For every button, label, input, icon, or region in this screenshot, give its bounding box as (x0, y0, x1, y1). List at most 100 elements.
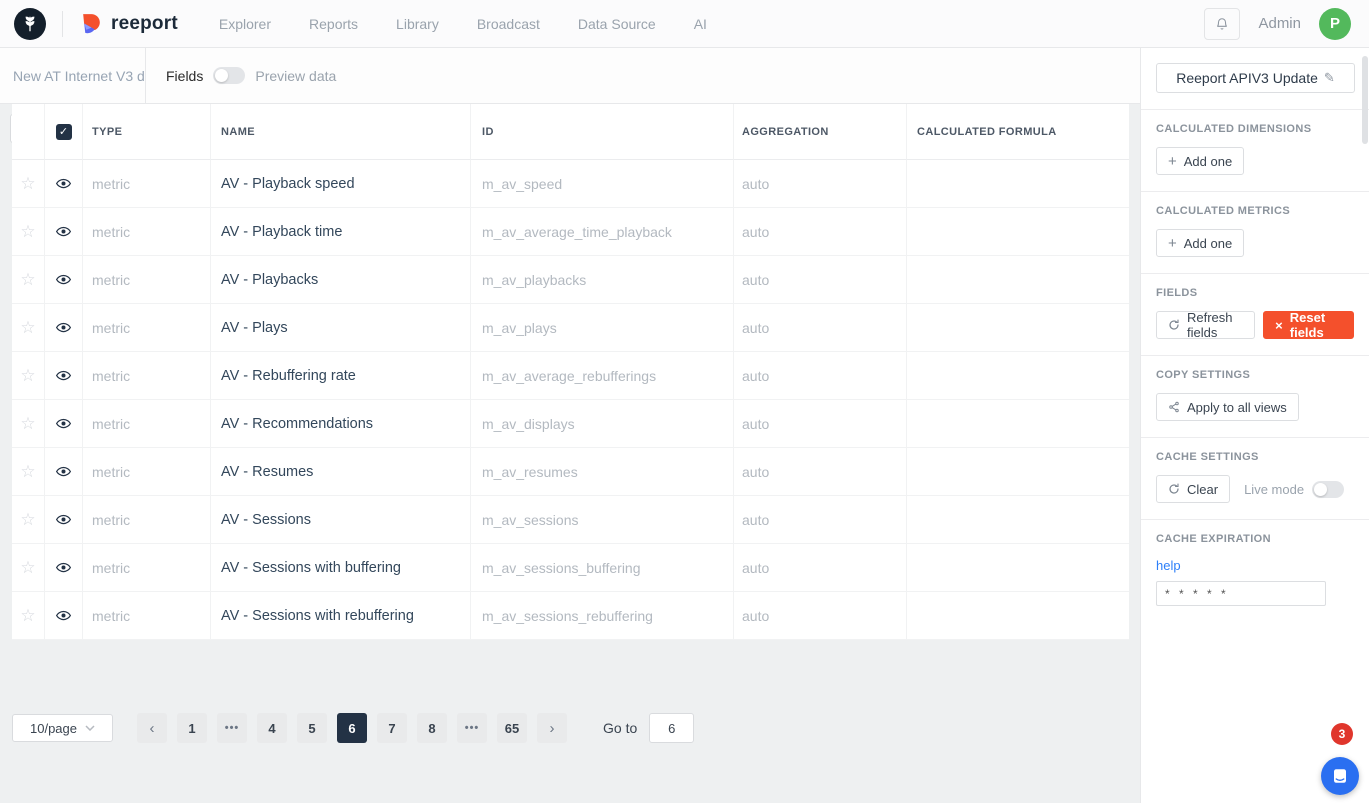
cell-aggregation[interactable]: auto (742, 176, 769, 192)
visibility-eye-icon[interactable] (56, 512, 71, 527)
add-calculated-dimension-button[interactable]: + Add one (1156, 147, 1244, 175)
cell-aggregation[interactable]: auto (742, 560, 769, 576)
admin-label[interactable]: Admin (1258, 15, 1301, 32)
cell-type: metric (92, 608, 130, 624)
page-ellipsis-button[interactable]: ••• (217, 713, 247, 743)
visibility-eye-icon[interactable] (56, 176, 71, 191)
page-button[interactable]: 65 (497, 713, 527, 743)
next-page-button[interactable]: › (537, 713, 567, 743)
brand-logo[interactable]: reeport (79, 11, 178, 36)
visibility-eye-icon[interactable] (56, 464, 71, 479)
page-button[interactable]: 7 (377, 713, 407, 743)
visibility-eye-icon[interactable] (56, 368, 71, 383)
clear-cache-button[interactable]: Clear (1156, 475, 1230, 503)
cell-aggregation[interactable]: auto (742, 368, 769, 384)
cell-name[interactable]: AV - Playback time (221, 224, 342, 240)
column-header-name[interactable]: NAME (221, 126, 255, 138)
column-header-aggregation[interactable]: AGGREGATION (742, 126, 829, 138)
reset-fields-button[interactable]: × Reset fields (1263, 311, 1354, 339)
nav-divider (62, 11, 63, 37)
column-header-id[interactable]: ID (482, 126, 494, 138)
nav-item[interactable]: Broadcast (458, 0, 559, 48)
cell-aggregation[interactable]: auto (742, 512, 769, 528)
help-link[interactable]: help (1156, 558, 1181, 573)
column-header-type[interactable]: TYPE (92, 126, 122, 138)
cache-expiration-input[interactable] (1156, 581, 1326, 606)
calculated-dimensions-section: CALCULATED DIMENSIONS + Add one (1141, 110, 1369, 191)
edit-pencil-icon[interactable]: ✎ (1324, 70, 1335, 86)
table-body: ☆ metric AV - Playback speed m_av_speed … (12, 160, 1129, 640)
cell-name[interactable]: AV - Resumes (221, 464, 313, 480)
visibility-eye-icon[interactable] (56, 272, 71, 287)
visibility-eye-icon[interactable] (56, 224, 71, 239)
cell-aggregation[interactable]: auto (742, 224, 769, 240)
nav-item[interactable]: AI (675, 0, 726, 48)
view-tab[interactable]: New AT Internet V3 d... (0, 48, 146, 103)
view-name-input[interactable]: Reeport APIV3 Update ✎ (1156, 63, 1355, 93)
table-row: ☆ metric AV - Rebuffering rate m_av_aver… (12, 352, 1129, 400)
table-row: ☆ metric AV - Playback time m_av_average… (12, 208, 1129, 256)
select-all-checkbox[interactable]: ✓ (56, 124, 72, 140)
page-button[interactable]: 5 (297, 713, 327, 743)
share-icon (1168, 401, 1180, 413)
nav-item[interactable]: Explorer (200, 0, 290, 48)
prev-page-button[interactable]: ‹ (137, 713, 167, 743)
visibility-eye-icon[interactable] (56, 608, 71, 623)
page-button[interactable]: 6 (337, 713, 367, 743)
favorite-star-icon[interactable]: ☆ (20, 319, 35, 336)
notifications-button[interactable] (1204, 8, 1240, 40)
cell-id: m_av_average_rebufferings (482, 368, 656, 384)
favorite-star-icon[interactable]: ☆ (20, 223, 35, 240)
favorite-star-icon[interactable]: ☆ (20, 511, 35, 528)
page-button[interactable]: 8 (417, 713, 447, 743)
cell-name[interactable]: AV - Rebuffering rate (221, 368, 356, 384)
avatar[interactable]: P (1319, 8, 1351, 40)
visibility-eye-icon[interactable] (56, 560, 71, 575)
add-calculated-metric-button[interactable]: + Add one (1156, 229, 1244, 257)
cell-aggregation[interactable]: auto (742, 464, 769, 480)
cell-type: metric (92, 512, 130, 528)
refresh-fields-button[interactable]: Refresh fields (1156, 311, 1255, 339)
page-buttons: ‹ 1 ••• 4 5 6 7 8 ••• 65 › (137, 713, 567, 743)
page-size-select[interactable]: 10/page (12, 714, 113, 742)
column-header-formula[interactable]: CALCULATED FORMULA (917, 126, 1057, 138)
favorite-star-icon[interactable]: ☆ (20, 415, 35, 432)
favorite-star-icon[interactable]: ☆ (20, 559, 35, 576)
scrollbar-thumb[interactable] (1362, 56, 1368, 144)
live-mode-toggle[interactable] (1312, 481, 1344, 498)
cell-aggregation[interactable]: auto (742, 416, 769, 432)
page-button[interactable]: 1 (177, 713, 207, 743)
visibility-eye-icon[interactable] (56, 320, 71, 335)
page-ellipsis-button[interactable]: ••• (457, 713, 487, 743)
cell-name[interactable]: AV - Recommendations (221, 416, 373, 432)
visibility-eye-icon[interactable] (56, 416, 71, 431)
cell-aggregation[interactable]: auto (742, 272, 769, 288)
cell-aggregation[interactable]: auto (742, 608, 769, 624)
favorite-star-icon[interactable]: ☆ (20, 271, 35, 288)
chat-launcher-button[interactable] (1321, 757, 1359, 795)
apply-to-all-views-button[interactable]: Apply to all views (1156, 393, 1299, 421)
page-button[interactable]: 4 (257, 713, 287, 743)
favorite-star-icon[interactable]: ☆ (20, 367, 35, 384)
fields-preview-toggle[interactable] (213, 67, 245, 84)
cell-name[interactable]: AV - Sessions (221, 512, 311, 528)
cell-name[interactable]: AV - Playback speed (221, 176, 355, 192)
org-logo[interactable] (14, 8, 46, 40)
goto-page-input[interactable] (649, 713, 694, 743)
cell-name[interactable]: AV - Plays (221, 320, 288, 336)
cell-type: metric (92, 272, 130, 288)
favorite-star-icon[interactable]: ☆ (20, 607, 35, 624)
cell-name[interactable]: AV - Sessions with rebuffering (221, 608, 414, 624)
cell-aggregation[interactable]: auto (742, 320, 769, 336)
nav-item[interactable]: Data Source (559, 0, 675, 48)
cell-name[interactable]: AV - Playbacks (221, 272, 318, 288)
favorite-star-icon[interactable]: ☆ (20, 463, 35, 480)
cell-id: m_av_resumes (482, 464, 578, 480)
cell-name[interactable]: AV - Sessions with buffering (221, 560, 401, 576)
favorite-star-icon[interactable]: ☆ (20, 175, 35, 192)
table-header-row: ✓ TYPE NAME ID AGGREGATION CALCULATED FO… (12, 104, 1129, 160)
nav-item[interactable]: Library (377, 0, 458, 48)
cell-id: m_av_displays (482, 416, 575, 432)
cell-id: m_av_playbacks (482, 272, 586, 288)
nav-item[interactable]: Reports (290, 0, 377, 48)
